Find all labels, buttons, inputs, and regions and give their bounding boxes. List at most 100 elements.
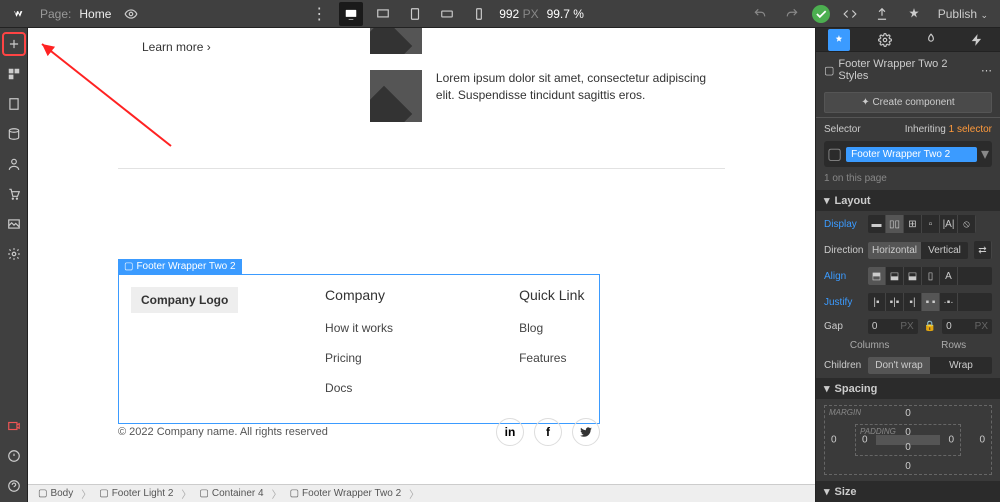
size-section-header[interactable]: ▾ Size [816, 481, 1000, 502]
assets-icon[interactable] [4, 214, 24, 234]
help-icon[interactable] [4, 476, 24, 496]
mobile-icon[interactable] [467, 2, 491, 26]
users-icon[interactable] [4, 154, 24, 174]
gap-col-input[interactable]: 0PX [868, 319, 918, 334]
justify-between-icon[interactable]: ▪ ▪ [922, 293, 940, 311]
mobile-landscape-icon[interactable] [435, 2, 459, 26]
children-nowrap[interactable]: Don't wrap [868, 357, 930, 374]
video-icon[interactable] [4, 416, 24, 436]
selector-input[interactable]: ▢ Footer Wrapper Two 2 ▾ [824, 141, 992, 167]
settings-tab-icon[interactable] [874, 29, 896, 51]
crumb-footer-light[interactable]: ▢ Footer Light 2 [95, 488, 177, 499]
display-none-icon[interactable]: ⦸ [958, 215, 976, 233]
undo-icon[interactable] [748, 2, 772, 26]
display-inline-icon[interactable]: |A| [940, 215, 958, 233]
audit-icon[interactable] [902, 2, 926, 26]
display-block-icon[interactable]: ▬ [868, 215, 886, 233]
margin-box[interactable]: MARGIN 0 0 0 0 PADDING 0 0 0 0 [824, 405, 992, 475]
cms-icon[interactable] [4, 124, 24, 144]
styles-title: ▢ Footer Wrapper Two 2 Styles ⋯ [816, 52, 1000, 88]
align-start-icon[interactable]: ⬒ [868, 267, 886, 285]
linkedin-icon[interactable]: in [496, 418, 524, 446]
tablet-icon[interactable] [403, 2, 427, 26]
lock-icon[interactable]: 🔒 [924, 321, 936, 332]
footer-link[interactable]: How it works [325, 321, 519, 335]
margin-bottom[interactable]: 0 [905, 461, 911, 472]
layout-section-header[interactable]: ▾ Layout [816, 190, 1000, 211]
style-tab-icon[interactable] [828, 29, 850, 51]
navigator-icon[interactable] [4, 64, 24, 84]
selected-element[interactable]: ▢ Footer Wrapper Two 2 Company Logo Comp… [118, 256, 600, 424]
interactions-icon[interactable] [966, 29, 988, 51]
style-manager-icon[interactable] [920, 29, 942, 51]
add-element-icon[interactable] [4, 34, 24, 54]
publish-button[interactable]: Publish ⌄ [934, 7, 992, 21]
gap-row-input[interactable]: 0PX [942, 319, 992, 334]
designer-canvas[interactable]: Learn more › sagittis eros. Lorem ipsum … [28, 28, 815, 484]
canvas-width[interactable]: 992 PX [499, 7, 538, 21]
webflow-logo-icon[interactable] [8, 2, 32, 26]
children-label: Children [824, 360, 862, 371]
padding-left[interactable]: 0 [862, 435, 868, 446]
redo-icon[interactable] [780, 2, 804, 26]
crumb-container[interactable]: ▢ Container 4 [195, 488, 267, 499]
display-inline-block-icon[interactable]: ▫ [922, 215, 940, 233]
margin-left[interactable]: 0 [831, 435, 837, 446]
justify-center-icon[interactable]: ▪|▪ [886, 293, 904, 311]
spacing-section-header[interactable]: ▾ Spacing [816, 378, 1000, 399]
create-component-button[interactable]: ✦ Create component [824, 92, 992, 113]
padding-top[interactable]: 0 [905, 427, 911, 438]
preview-icon[interactable] [119, 2, 143, 26]
twitter-icon[interactable] [572, 418, 600, 446]
display-label: Display [824, 219, 862, 230]
footer-link[interactable]: Pricing [325, 351, 519, 365]
desktop-base-icon[interactable] [339, 2, 363, 26]
margin-right[interactable]: 0 [979, 435, 985, 446]
display-grid-icon[interactable]: ⊞ [904, 215, 922, 233]
padding-box[interactable]: PADDING 0 0 0 0 [855, 424, 961, 456]
facebook-icon[interactable]: f [534, 418, 562, 446]
status-ok-icon[interactable] [812, 5, 830, 23]
learn-more-link[interactable]: Learn more › [118, 28, 340, 54]
direction-vertical[interactable]: Vertical [921, 242, 968, 259]
padding-bottom[interactable]: 0 [905, 442, 911, 453]
justify-label: Justify [824, 297, 862, 308]
justify-start-icon[interactable]: |▪ [868, 293, 886, 311]
divider [118, 168, 725, 169]
inheriting-label[interactable]: Inheriting 1 selector [905, 124, 992, 135]
footer-link[interactable]: Docs [325, 381, 519, 395]
padding-right[interactable]: 0 [948, 435, 954, 446]
pages-icon[interactable] [4, 94, 24, 114]
align-baseline-icon[interactable]: A [940, 267, 958, 285]
crumb-body[interactable]: ▢ Body [34, 488, 77, 499]
justify-end-icon[interactable]: ▪| [904, 293, 922, 311]
align-end-icon[interactable]: ⬓ [904, 267, 922, 285]
footer-link[interactable]: Blog [519, 321, 587, 335]
zoom-level[interactable]: 99.7 % [547, 7, 584, 21]
more-icon[interactable]: ⋮ [307, 2, 331, 26]
direction-horizontal[interactable]: Horizontal [868, 242, 921, 259]
children-wrap[interactable]: Wrap [930, 357, 992, 374]
footer-link[interactable]: Features [519, 351, 587, 365]
code-icon[interactable] [838, 2, 862, 26]
margin-top[interactable]: 0 [905, 408, 911, 419]
company-logo[interactable]: Company Logo [131, 287, 238, 313]
columns-label: Columns [850, 340, 889, 351]
top-toolbar: Page: Home ⋮ 992 PX 99.7 % Publish ⌄ [0, 0, 1000, 28]
audit-rail-icon[interactable] [4, 446, 24, 466]
page-name[interactable]: Home [79, 7, 111, 21]
crumb-footer-wrapper[interactable]: ▢ Footer Wrapper Two 2 [286, 488, 406, 499]
justify-around-icon[interactable]: ·▪· [940, 293, 958, 311]
align-center-icon[interactable]: ⬓ [886, 267, 904, 285]
selection-tag[interactable]: ▢ Footer Wrapper Two 2 [118, 259, 242, 274]
settings-icon[interactable] [4, 244, 24, 264]
ecommerce-icon[interactable] [4, 184, 24, 204]
display-flex-icon[interactable]: ▯▯ [886, 215, 904, 233]
reverse-icon[interactable]: ⇄ [974, 241, 992, 259]
card-text: sagittis eros. [436, 28, 503, 54]
align-stretch-icon[interactable]: ▯ [922, 267, 940, 285]
thumbnail-icon [370, 70, 422, 122]
selector-tag[interactable]: Footer Wrapper Two 2 [846, 147, 977, 162]
export-icon[interactable] [870, 2, 894, 26]
desktop-icon[interactable] [371, 2, 395, 26]
